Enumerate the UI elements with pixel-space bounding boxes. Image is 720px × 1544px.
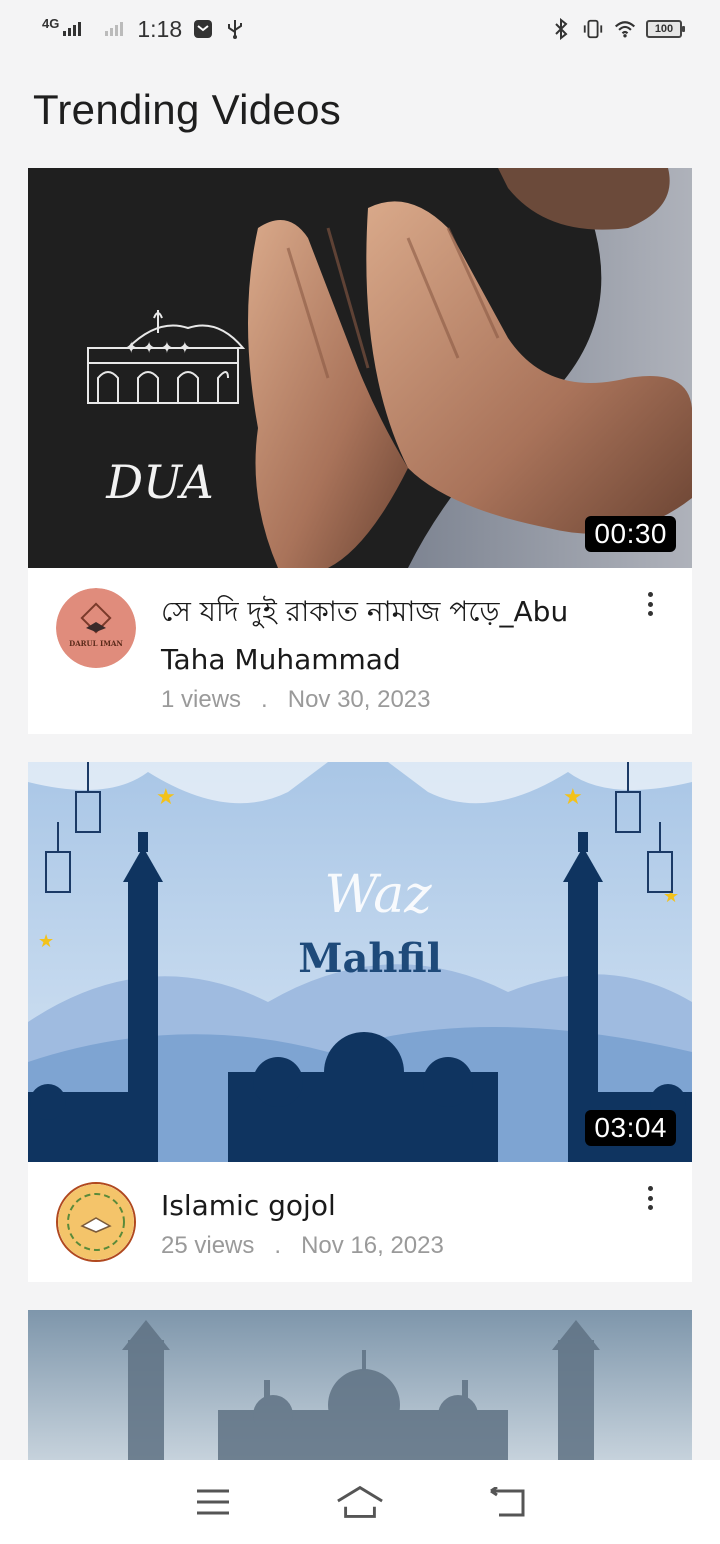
view-count: 25 views <box>161 1232 255 1259</box>
channel-avatar[interactable]: DARUL IMAN <box>56 588 136 668</box>
battery-indicator: 100 <box>646 20 685 38</box>
duration-badge: 00:30 <box>585 516 676 552</box>
clock: 1:18 <box>137 15 183 42</box>
stats-separator: . <box>274 1232 282 1259</box>
svg-text:DARUL IMAN: DARUL IMAN <box>69 639 123 648</box>
email-icon <box>192 18 214 40</box>
video-card[interactable]: ★ ★ ★ ★ Waz Mahfil 03:04 Islamic gojol 2… <box>28 762 692 1282</box>
usb-icon <box>224 18 246 40</box>
svg-text:✦ ✦ ✦ ✦: ✦ ✦ ✦ ✦ <box>125 340 192 357</box>
bluetooth-icon <box>550 18 572 40</box>
menu-icon[interactable] <box>189 1482 237 1522</box>
more-options-icon[interactable] <box>638 1186 662 1210</box>
duration-badge: 03:04 <box>585 1110 676 1146</box>
video-stats: 25 views . Nov 16, 2023 <box>161 1232 622 1260</box>
thumbnail-text: DUA <box>105 455 213 509</box>
channel-avatar[interactable] <box>56 1182 136 1262</box>
network-type: 4G <box>42 15 60 31</box>
status-bar: 4G 1:18 100 <box>0 0 720 58</box>
signal-icon <box>63 22 82 36</box>
svg-text:★: ★ <box>38 931 54 951</box>
page-title: Trending Videos <box>33 86 342 133</box>
stats-separator: . <box>261 686 268 713</box>
video-thumbnail[interactable] <box>28 1310 692 1460</box>
upload-date: Nov 16, 2023 <box>301 1232 444 1259</box>
svg-text:★: ★ <box>563 784 583 809</box>
video-title[interactable]: Islamic gojol <box>161 1182 622 1230</box>
video-title[interactable]: সে যদি দুই রাকাত নামাজ পড়ে_Abu Taha Muh… <box>161 588 622 684</box>
svg-text:★: ★ <box>156 784 176 809</box>
upload-date: Nov 30, 2023 <box>287 686 431 713</box>
signal-2-icon <box>105 22 124 36</box>
back-icon[interactable] <box>483 1482 531 1522</box>
video-card[interactable]: ✦ ✦ ✦ ✦ DUA 00:30 DARUL IMAN সে যদি দুই … <box>28 168 692 734</box>
thumbnail-text: Mahfil <box>298 935 442 982</box>
more-options-icon[interactable] <box>638 592 662 616</box>
video-card[interactable] <box>28 1310 692 1460</box>
bottom-navigation-bar <box>0 1460 720 1544</box>
home-icon[interactable] <box>336 1482 384 1522</box>
video-thumbnail[interactable]: ✦ ✦ ✦ ✦ DUA 00:30 <box>28 168 692 568</box>
vibrate-icon <box>582 18 604 40</box>
video-thumbnail[interactable]: ★ ★ ★ ★ Waz Mahfil 03:04 <box>28 762 692 1162</box>
wifi-icon <box>614 18 636 40</box>
video-stats: 1 views . Nov 30, 2023 <box>161 686 622 714</box>
view-count: 1 views <box>161 686 242 713</box>
thumbnail-script-text: Waz <box>324 865 432 925</box>
